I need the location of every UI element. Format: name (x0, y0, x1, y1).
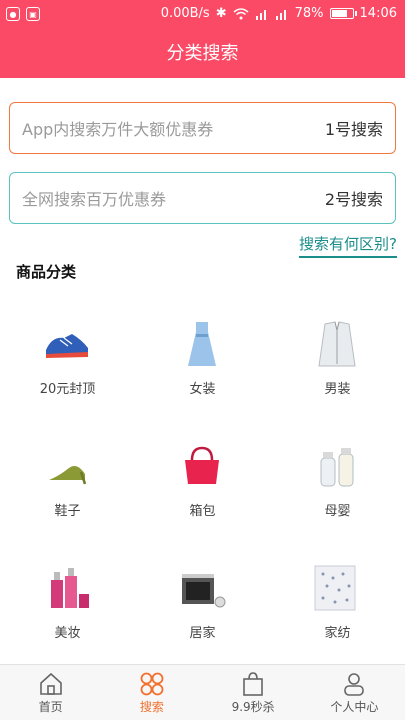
category-item-20yuan[interactable]: 20元封顶 (0, 300, 135, 415)
tab-label: 9.9秒杀 (231, 700, 275, 714)
category-label: 母婴 (324, 504, 351, 519)
bluetooth-icon: ✱ (215, 6, 227, 21)
category-label: 男装 (324, 382, 351, 397)
search-difference-link[interactable]: 搜索有何区别? (299, 233, 397, 258)
category-item-textiles[interactable]: 家纺 (270, 544, 405, 659)
battery-percent: 78% (294, 6, 324, 21)
category-label: 居家 (189, 626, 216, 641)
web-search-field[interactable]: 全网搜索百万优惠券 2号搜索 (9, 172, 396, 224)
clock: 14:06 (359, 6, 397, 21)
tab-label: 首页 (38, 700, 63, 714)
page-title: 分类搜索 (0, 30, 405, 78)
status-bar: ● ▣ 0.00B/s ✱ 78% 14:06 (0, 0, 405, 30)
notification-app-icon: ● (6, 7, 20, 21)
app-search-field[interactable]: App内搜索万件大额优惠券 1号搜索 (9, 102, 396, 154)
tab-label: 个人中心 (330, 700, 379, 714)
network-speed: 0.00B/s (160, 6, 210, 21)
search-button-2[interactable]: 2号搜索 (325, 186, 383, 210)
appliance-icon (177, 564, 227, 612)
high-heel-icon (42, 442, 92, 490)
battery-icon (329, 8, 357, 19)
category-item-home[interactable]: 居家 (135, 544, 270, 659)
search-button-1[interactable]: 1号搜索 (325, 116, 383, 140)
baby-bottle-icon (312, 442, 362, 490)
tab-flash-sale[interactable]: 9.9秒杀 (203, 665, 304, 720)
category-item-cosmetics[interactable]: 美妆 (0, 544, 135, 659)
sneaker-icon (42, 320, 92, 368)
home-icon (39, 672, 62, 695)
categories-heading: 商品分类 (16, 263, 77, 281)
category-item-shoes[interactable]: 鞋子 (0, 422, 135, 537)
bedding-icon (312, 564, 362, 612)
category-label: 女装 (189, 382, 216, 397)
category-label: 家纺 (324, 626, 351, 641)
person-icon (344, 673, 365, 696)
category-item-women[interactable]: 女装 (135, 300, 270, 415)
suit-icon (312, 320, 362, 368)
category-item-baby[interactable]: 母婴 (270, 422, 405, 537)
app-search-placeholder: App内搜索万件大额优惠券 (22, 120, 214, 139)
dress-icon (177, 320, 227, 368)
category-label: 美妆 (54, 626, 81, 641)
bottom-tab-bar: 首页 搜索 9.9秒杀 个人中心 (0, 664, 405, 720)
category-item-bags[interactable]: 箱包 (135, 422, 270, 537)
notification-app-icon-2: ▣ (26, 7, 40, 21)
tab-profile[interactable]: 个人中心 (304, 665, 405, 720)
wifi-icon (233, 7, 249, 19)
cosmetics-icon (42, 564, 92, 612)
category-label: 箱包 (189, 504, 216, 519)
shopping-bag-icon (243, 672, 263, 696)
signal-icon (255, 9, 266, 20)
category-label: 20元封顶 (39, 382, 96, 397)
category-item-men[interactable]: 男装 (270, 300, 405, 415)
search-grid-icon (140, 672, 164, 696)
tab-search[interactable]: 搜索 (101, 665, 202, 720)
tab-home[interactable]: 首页 (0, 665, 101, 720)
handbag-icon (177, 442, 227, 490)
web-search-placeholder: 全网搜索百万优惠券 (22, 190, 167, 209)
category-label: 鞋子 (54, 504, 81, 519)
signal-icon-2 (275, 9, 286, 20)
tab-label: 搜索 (139, 700, 164, 714)
